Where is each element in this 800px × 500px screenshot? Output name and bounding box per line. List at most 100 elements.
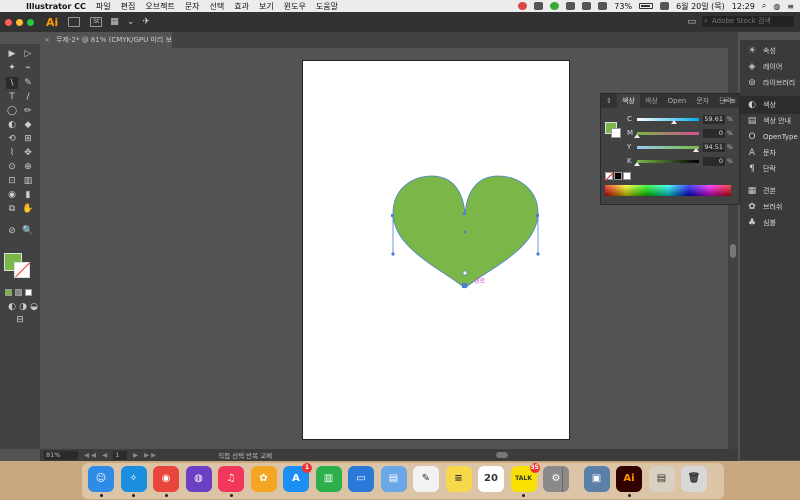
panel-menu-icon[interactable]: ≡ bbox=[730, 94, 736, 108]
yellow-slider[interactable] bbox=[637, 145, 699, 152]
artboard-prev-buttons[interactable]: ◀◀ ◀ bbox=[84, 451, 109, 459]
menu-file[interactable]: 파일 bbox=[96, 1, 111, 12]
free-transform-tool-icon[interactable]: ✥ bbox=[22, 147, 34, 159]
color-mode-swatch[interactable] bbox=[5, 289, 12, 296]
curvature-tool-icon[interactable]: ✎ bbox=[22, 77, 34, 89]
panel-paragraph[interactable]: ¶ 단락 bbox=[740, 160, 800, 178]
notes-icon[interactable]: ≡ bbox=[445, 466, 472, 492]
keynote-icon[interactable]: ▭ bbox=[348, 466, 374, 492]
none-swatch[interactable] bbox=[605, 172, 613, 180]
zoom-level-field[interactable]: 81% bbox=[44, 450, 78, 460]
clock-icon[interactable] bbox=[566, 2, 576, 10]
menu-edit[interactable]: 편집 bbox=[121, 1, 136, 12]
horizontal-scroll-thumb[interactable] bbox=[496, 452, 508, 458]
menu-time[interactable]: 12:29 bbox=[732, 2, 755, 11]
menu-window[interactable]: 윈도우 bbox=[284, 1, 306, 12]
system-preferences-icon[interactable]: ⚙ bbox=[543, 466, 569, 492]
menu-object[interactable]: 오브젝트 bbox=[145, 1, 174, 12]
type-tool-icon[interactable]: T bbox=[6, 91, 18, 103]
eyedropper-tool-icon[interactable]: ◉ bbox=[6, 189, 18, 201]
close-icon[interactable]: × bbox=[44, 32, 50, 48]
color-spectrum-ramp[interactable] bbox=[605, 185, 731, 196]
magenta-slider[interactable] bbox=[634, 131, 699, 138]
eraser-tool-icon[interactable]: ◆ bbox=[22, 119, 34, 131]
stock-search-input[interactable]: Adobe Stock 검색 bbox=[702, 16, 794, 27]
draw-inside-icon[interactable]: ◒ bbox=[28, 301, 40, 313]
magic-wand-tool-icon[interactable]: ✦ bbox=[6, 62, 18, 74]
tab-color[interactable]: 색상 bbox=[616, 94, 640, 108]
direct-selection-tool-icon[interactable]: ▷ bbox=[22, 48, 34, 60]
menu-type[interactable]: 문자 bbox=[185, 1, 200, 12]
none-mode-swatch[interactable] bbox=[25, 289, 32, 296]
volume-icon[interactable] bbox=[598, 2, 608, 10]
screen-icon[interactable] bbox=[660, 2, 670, 10]
anchor-right[interactable] bbox=[536, 214, 539, 217]
chevron-down-icon[interactable]: ⌄ bbox=[127, 17, 135, 27]
rotate-tool-icon[interactable]: ⟲ bbox=[6, 133, 18, 145]
zoom-window-button[interactable] bbox=[27, 18, 34, 26]
slider-knob[interactable] bbox=[670, 119, 677, 124]
more-tabs-icon[interactable]: » bbox=[723, 94, 727, 108]
yellow-value-input[interactable]: 94.51 bbox=[703, 142, 725, 152]
minimize-window-button[interactable] bbox=[16, 18, 23, 26]
panel-symbols[interactable]: ♣ 심볼 bbox=[740, 214, 800, 232]
shaper-tool-icon[interactable]: ◐ bbox=[6, 119, 18, 131]
vertical-scroll-thumb[interactable] bbox=[730, 244, 736, 258]
menu-app-name[interactable]: Illustrator CC bbox=[26, 2, 86, 11]
black-value-input[interactable]: 0 bbox=[703, 156, 725, 166]
handle-point-left[interactable] bbox=[391, 252, 395, 256]
handle-point-bottom[interactable] bbox=[462, 270, 468, 276]
stock-button[interactable]: St bbox=[90, 17, 103, 27]
magenta-value-input[interactable]: 0 bbox=[703, 128, 725, 138]
pencil-tool-icon[interactable]: ✏ bbox=[22, 105, 34, 117]
mesh-tool-icon[interactable]: ⊡ bbox=[6, 175, 18, 187]
workspace-switcher-icon[interactable]: ▭ bbox=[687, 17, 696, 27]
hand-tool-icon[interactable]: ⊘ bbox=[6, 225, 18, 237]
cloud-icon[interactable] bbox=[534, 2, 544, 10]
arrange-documents-icon[interactable]: ▦ bbox=[110, 17, 119, 27]
photos-icon[interactable]: ✿ bbox=[250, 466, 277, 492]
bridge-icon[interactable] bbox=[68, 17, 81, 27]
preview-icon[interactable]: ▤ bbox=[380, 466, 407, 492]
black-slider[interactable] bbox=[634, 159, 699, 166]
width-tool-icon[interactable]: ⌇ bbox=[6, 147, 18, 159]
panel-stroke-swatch[interactable] bbox=[611, 128, 621, 138]
anchor-left[interactable] bbox=[391, 214, 394, 217]
perspective-grid-tool-icon[interactable]: ⊕ bbox=[22, 161, 34, 173]
record-icon[interactable] bbox=[518, 2, 528, 10]
zoom-tool-icon[interactable]: 🔍 bbox=[22, 225, 34, 237]
illustrator-icon[interactable]: Ai bbox=[616, 466, 642, 492]
artboard-number-field[interactable]: 1 bbox=[113, 450, 128, 460]
search-icon[interactable]: ⌕ bbox=[762, 1, 766, 11]
numbers-icon[interactable]: ▥ bbox=[315, 466, 342, 492]
tab-character[interactable]: 문자 bbox=[691, 94, 714, 108]
menu-select[interactable]: 선택 bbox=[210, 1, 225, 12]
anchor-top[interactable] bbox=[463, 212, 466, 215]
screen-mode-icon[interactable]: ⊟ bbox=[14, 314, 26, 326]
chrome-icon[interactable]: ◉ bbox=[153, 466, 179, 492]
gpu-rocket-icon[interactable]: ✈ bbox=[142, 17, 150, 27]
documents-icon[interactable]: ▤ bbox=[648, 466, 675, 492]
battery-percent[interactable]: 73% bbox=[614, 2, 632, 11]
panel-libraries[interactable]: ⊚ 라이브러리 bbox=[740, 74, 800, 92]
stroke-swatch[interactable] bbox=[14, 262, 30, 278]
safari-icon[interactable]: ✧ bbox=[120, 466, 147, 492]
music-icon[interactable]: ♫ bbox=[218, 466, 244, 492]
close-window-button[interactable] bbox=[5, 18, 12, 26]
menu-date[interactable]: 6월 20일 (목) bbox=[676, 1, 725, 12]
calendar-icon[interactable]: 20 bbox=[478, 466, 504, 492]
siri-icon[interactable]: ◍ bbox=[185, 466, 212, 492]
cyan-slider[interactable] bbox=[637, 117, 699, 124]
black-swatch[interactable] bbox=[614, 172, 622, 180]
artboard-next-buttons[interactable]: ▶ ▶▶ bbox=[133, 451, 158, 459]
slider-knob[interactable] bbox=[634, 133, 640, 138]
slice-tool-icon[interactable]: ✋ bbox=[22, 203, 34, 215]
gradient-mode-swatch[interactable] bbox=[15, 289, 22, 296]
artboard-tool-icon[interactable]: ⧉ bbox=[6, 203, 18, 215]
document-tab[interactable]: × 무제-2* @ 81% (CMYK/GPU 미리 보기) bbox=[40, 32, 172, 60]
ellipse-tool-icon[interactable]: ◯ bbox=[6, 105, 18, 117]
pen-tool-icon[interactable]: \ bbox=[6, 77, 18, 89]
siri-icon[interactable]: ◍ bbox=[773, 2, 780, 11]
image-capture-icon[interactable]: ▣ bbox=[583, 466, 610, 492]
gradient-tool-icon[interactable]: ▥ bbox=[22, 175, 34, 187]
